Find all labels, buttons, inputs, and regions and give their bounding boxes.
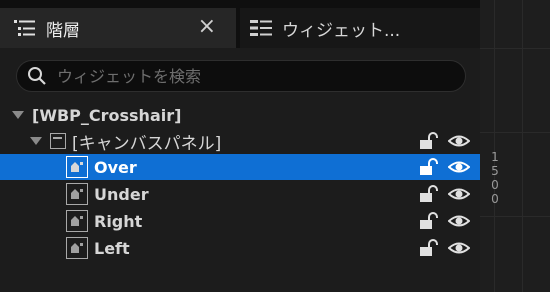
tab-widgets-label: ウィジェット... bbox=[282, 20, 401, 41]
ruler-digit: 1 bbox=[491, 150, 499, 164]
eye-icon[interactable] bbox=[448, 131, 470, 151]
tree-canvas-label: [キャンバスパネル] bbox=[72, 133, 222, 154]
ruler-label: 1 5 0 0 bbox=[490, 150, 500, 206]
widget-image-icon bbox=[66, 210, 88, 232]
ruler-digit: 0 bbox=[491, 192, 499, 206]
eye-icon[interactable] bbox=[448, 184, 470, 204]
tree-item-over[interactable]: Over bbox=[0, 154, 480, 180]
lock-open-icon[interactable] bbox=[418, 131, 438, 151]
tree-item-under[interactable]: Under bbox=[0, 181, 480, 207]
grid-line bbox=[494, 0, 495, 292]
tree-item-left[interactable]: Left bbox=[0, 235, 480, 261]
eye-icon[interactable] bbox=[448, 211, 470, 231]
lock-open-icon[interactable] bbox=[418, 238, 438, 258]
tree-item-right[interactable]: Right bbox=[0, 208, 480, 234]
eye-icon[interactable] bbox=[448, 238, 470, 258]
hierarchy-content: [WBP_Crosshair] [キャンバスパネル] Over bbox=[0, 48, 480, 292]
search-box[interactable] bbox=[16, 60, 466, 92]
lock-open-icon[interactable] bbox=[418, 211, 438, 231]
lock-open-icon[interactable] bbox=[418, 157, 438, 177]
ruler-digit: 0 bbox=[491, 178, 499, 192]
widget-image-icon bbox=[66, 156, 88, 178]
expand-arrow-icon[interactable] bbox=[30, 137, 42, 145]
tree-item-label: Right bbox=[94, 211, 143, 231]
widget-image-icon bbox=[66, 237, 88, 259]
tab-widgets[interactable]: ウィジェット... bbox=[240, 8, 480, 48]
tab-hierarchy-label: 階層 bbox=[46, 20, 80, 41]
widgets-icon bbox=[250, 20, 272, 36]
tab-hierarchy[interactable]: 階層 × bbox=[0, 8, 236, 48]
hierarchy-icon bbox=[14, 20, 35, 36]
grid-line bbox=[480, 216, 550, 217]
lock-open-icon[interactable] bbox=[418, 184, 438, 204]
hierarchy-panel: 階層 × ウィジェット... [WBP_Cross bbox=[0, 0, 480, 292]
widget-image-icon bbox=[66, 183, 88, 205]
designer-canvas[interactable] bbox=[480, 0, 550, 292]
tree-root-label: [WBP_Crosshair] bbox=[32, 105, 182, 125]
eye-icon[interactable] bbox=[448, 157, 470, 177]
grid-line bbox=[480, 48, 550, 49]
tree-item-label: Under bbox=[94, 184, 149, 204]
close-icon[interactable]: × bbox=[198, 15, 216, 39]
grid-line bbox=[480, 132, 550, 133]
expand-arrow-icon[interactable] bbox=[12, 111, 24, 119]
canvas-panel-icon bbox=[50, 133, 66, 149]
ruler-digit: 5 bbox=[491, 164, 499, 178]
tab-strip: 階層 × ウィジェット... bbox=[0, 0, 480, 48]
tree-item-label: Left bbox=[94, 238, 130, 258]
tree-item-label: Over bbox=[94, 157, 137, 177]
search-icon bbox=[28, 67, 46, 85]
grid-line bbox=[522, 0, 523, 292]
search-input[interactable] bbox=[55, 65, 439, 87]
tree-root-row[interactable]: [WBP_Crosshair] bbox=[0, 102, 480, 128]
tree-canvas-row[interactable]: [キャンバスパネル] bbox=[0, 128, 480, 154]
